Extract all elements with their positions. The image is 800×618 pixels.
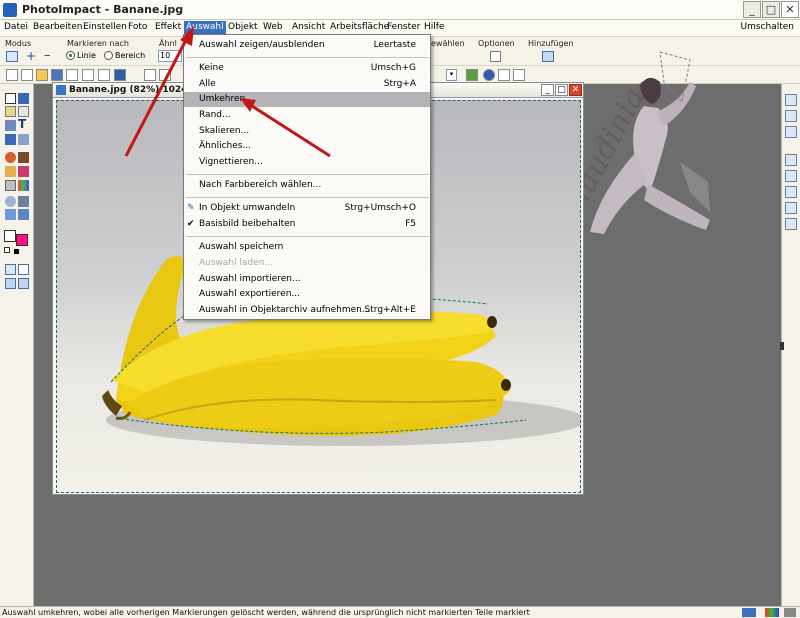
status-bar: Auswahl umkehren, wobei alle vorherigen …	[0, 606, 800, 618]
arrow-head-umkehren	[240, 98, 256, 112]
resize-grip-icon[interactable]	[784, 608, 796, 617]
color-mode-icon[interactable]	[765, 608, 779, 617]
arrow-head-auswahl	[180, 26, 194, 46]
status-icon-1[interactable]	[742, 608, 756, 617]
status-text: Auswahl umkehren, wobei alle vorherigen …	[2, 608, 530, 617]
annotation-arrows	[124, 26, 331, 158]
